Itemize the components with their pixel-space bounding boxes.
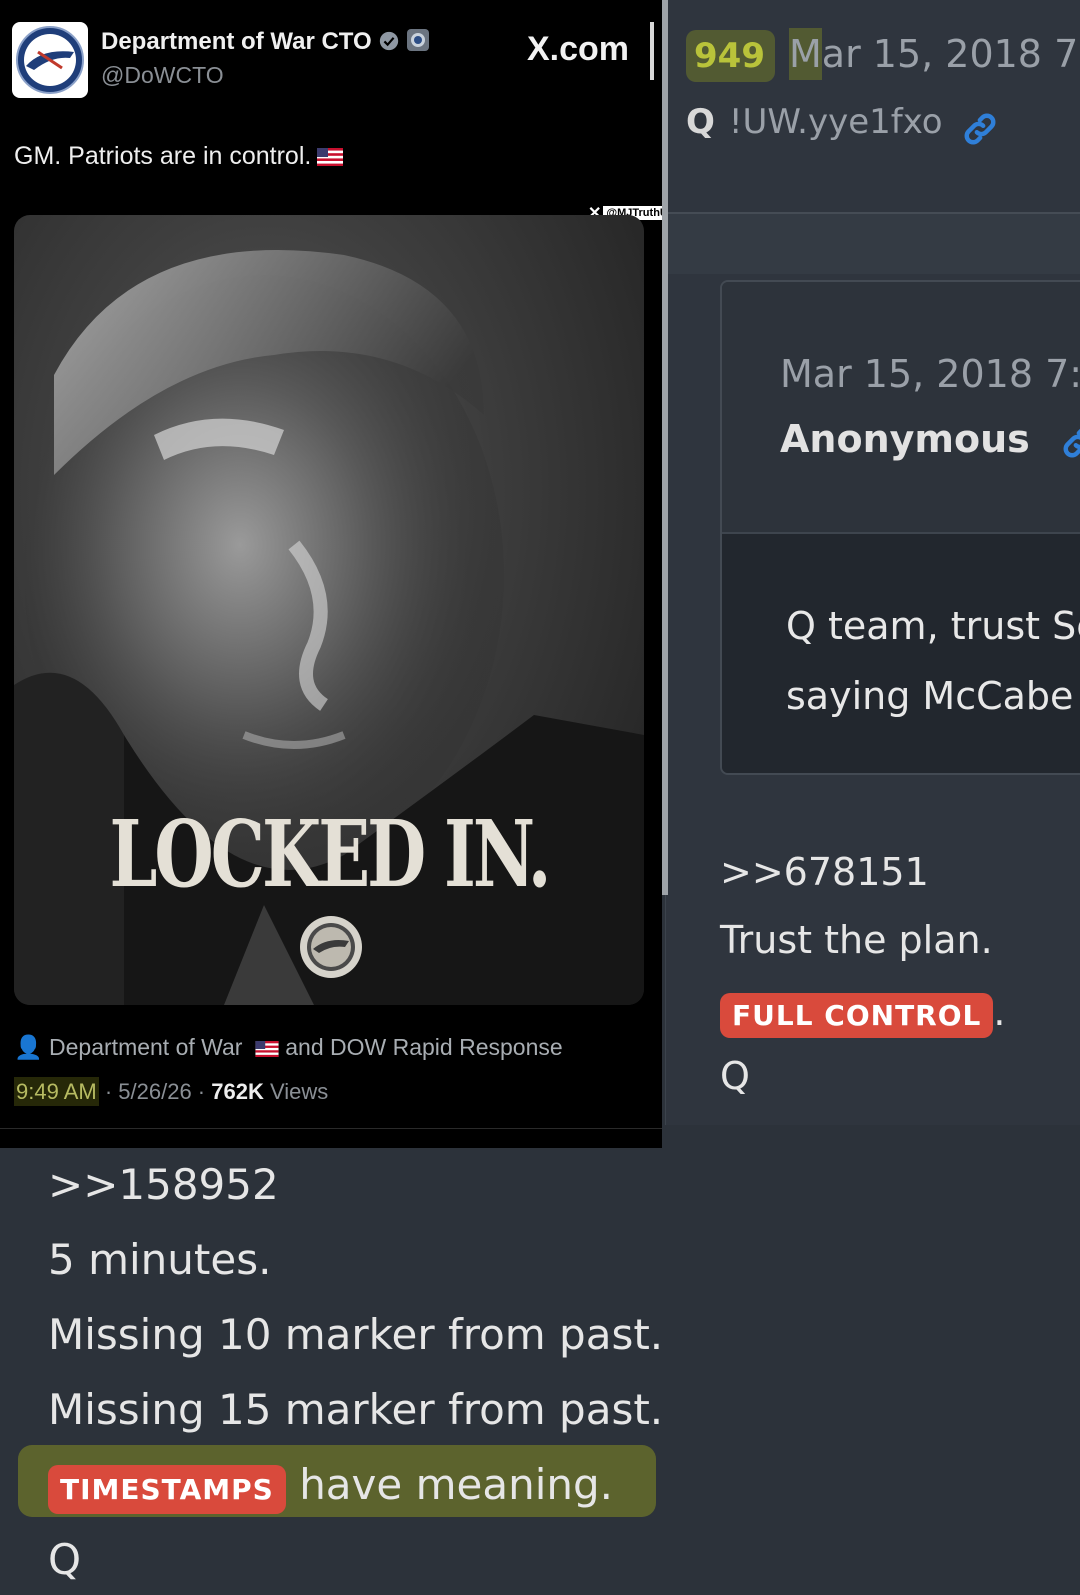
q-post-badge-after: .	[993, 990, 1006, 1034]
q-post-date: Mar 15, 2018 7	[788, 28, 1079, 80]
quoted-post-line-2: saying McCabe v	[786, 674, 1080, 718]
q-post-date-highlight: M	[788, 28, 822, 80]
poster-title: LOCKED IN.	[109, 800, 552, 908]
source-divider	[650, 22, 654, 80]
tweet-meta: 9:49 AM · 5/26/26 · 762K Views	[14, 1077, 329, 1106]
tweet-byline[interactable]: 👤 Department of War and DOW Rapid Respon…	[14, 1034, 563, 1063]
source-label: X.com	[527, 30, 630, 68]
tweet-image[interactable]: LOCKED IN.	[14, 215, 644, 1005]
left-post-reply-ref[interactable]: >>158952	[48, 1160, 279, 1209]
quoted-post-line-1: Q team, trust Se	[786, 604, 1080, 648]
link-icon[interactable]	[961, 110, 999, 148]
q-post-author-line: Q !UW.yye1fxo	[686, 102, 999, 148]
left-post-line-1: 5 minutes.	[48, 1235, 272, 1284]
avatar[interactable]	[12, 22, 88, 98]
tweet-time[interactable]: 9:49 AM	[14, 1077, 99, 1106]
account-handle[interactable]: @DoWCTO	[101, 62, 224, 89]
account-name[interactable]: Department of War CTO	[101, 28, 430, 59]
views-label: Views	[269, 1079, 329, 1104]
quoted-post-date: Mar 15, 2018 7:3	[780, 352, 1080, 396]
quoted-post-header: Mar 15, 2018 7:3 Anonymous	[722, 282, 1080, 532]
quoted-post-author-line: Anonymous	[780, 417, 1080, 461]
left-post-line-2: Missing 10 marker from past.	[48, 1310, 664, 1359]
timestamps-badge: TIMESTAMPS	[48, 1465, 286, 1514]
q-post-number[interactable]: 949	[686, 30, 775, 82]
tweet-date[interactable]: 5/26/26	[118, 1079, 191, 1104]
q-post-reply-ref[interactable]: >>678151	[720, 850, 929, 894]
department-seal-icon	[297, 913, 365, 981]
left-post-line-3: Missing 15 marker from past.	[48, 1385, 664, 1434]
q-post-author: Q	[686, 102, 715, 142]
q-post-tripcode: !UW.yye1fxo	[728, 102, 943, 142]
tweet-text: GM. Patriots are in control.	[14, 142, 344, 173]
quoted-post-card: Mar 15, 2018 7:3 Anonymous Q team, trust…	[720, 280, 1080, 775]
q-post-line-1: Trust the plan.	[720, 918, 993, 962]
left-post-line-4: TIMESTAMPS have meaning.	[48, 1460, 613, 1514]
us-flag-icon	[255, 1036, 279, 1063]
panel-separator	[662, 0, 668, 895]
left-post-signature: Q	[48, 1535, 82, 1584]
verified-badge-icon	[378, 30, 400, 59]
q-post-signature: Q	[720, 1054, 750, 1098]
q-post-header: 949 Mar 15, 2018 7	[686, 28, 1079, 82]
full-control-badge: FULL CONTROL	[720, 993, 994, 1038]
q-post-date-rest: ar 15, 2018 7	[821, 32, 1079, 76]
person-icon: 👤	[14, 1034, 43, 1060]
tweet-bottom-divider	[0, 1128, 662, 1132]
views-count: 762K	[211, 1079, 264, 1104]
tweet-card: Department of War CTO @DoWCTO X.com GM. …	[0, 0, 662, 1148]
affiliate-badge-icon	[406, 28, 430, 59]
left-post-line-4-rest: have meaning.	[299, 1460, 613, 1509]
link-icon[interactable]	[1060, 423, 1080, 461]
quoted-post-body: Q team, trust Se saying McCabe v	[722, 532, 1080, 773]
us-flag-icon	[317, 144, 344, 173]
q-post-strip	[666, 214, 1080, 274]
quoted-post-author: Anonymous	[780, 417, 1030, 461]
q-post-badge-line: FULL CONTROL.	[720, 990, 1005, 1038]
